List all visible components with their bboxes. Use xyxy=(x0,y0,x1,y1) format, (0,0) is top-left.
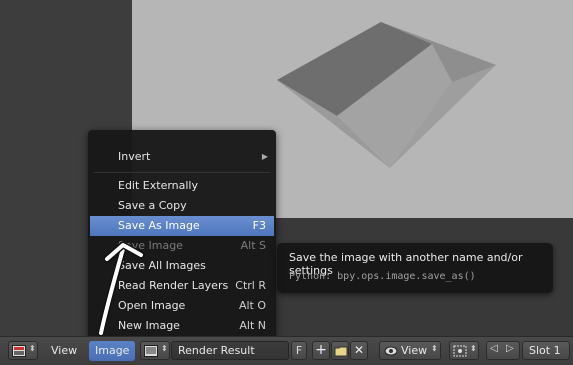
image-name-field[interactable]: Render Result xyxy=(171,341,289,360)
menu-item-save-as-image[interactable]: Save As Image F3 xyxy=(90,216,274,236)
fake-user-button[interactable]: F xyxy=(291,341,307,360)
menu-item-shortcut: Alt O xyxy=(238,299,266,312)
chevron-updown-icon: ⬍ xyxy=(161,344,168,353)
chevron-updown-icon: ⬍ xyxy=(431,344,438,353)
menu-item-shortcut: F3 xyxy=(252,219,266,232)
tooltip: Save the image with another name and/or … xyxy=(277,243,553,293)
image-editor-icon xyxy=(12,345,26,357)
chevron-right-icon[interactable]: ▷ xyxy=(506,343,514,354)
slot-nav[interactable]: ◁ ▷ xyxy=(486,341,520,360)
close-icon: ✕ xyxy=(353,343,365,357)
menu-item-label: Save a Copy xyxy=(118,199,187,212)
menu-separator xyxy=(94,172,270,173)
menu-item-save-all-images[interactable]: Save All Images xyxy=(90,256,274,276)
menu-image[interactable]: Image xyxy=(89,341,136,361)
menu-item-save-image[interactable]: Save Image Alt S xyxy=(90,236,274,256)
menu-item-new-image[interactable]: New Image Alt N xyxy=(90,316,274,336)
submenu-arrow-icon: ▶ xyxy=(261,152,268,161)
menu-item-label: New Image xyxy=(118,319,180,332)
menu-item-read-render-layers[interactable]: Read Render Layers Ctrl R xyxy=(90,276,274,296)
pivot-icon xyxy=(453,345,467,357)
image-menu-popup: Invert ▶ Edit Externally Save a Copy Sav… xyxy=(88,130,276,339)
menu-item-save-a-copy[interactable]: Save a Copy xyxy=(90,196,274,216)
menu-item-invert[interactable]: Invert ▶ xyxy=(90,147,274,167)
folder-icon xyxy=(334,346,348,357)
menu-item-shortcut: Alt N xyxy=(239,319,266,332)
menu-item-label: Save Image xyxy=(118,239,183,252)
menu-item-label: Read Render Layers xyxy=(118,279,229,292)
menu-item-label: Open Image xyxy=(118,299,186,312)
menu-item-label: Edit Externally xyxy=(118,179,199,192)
tooltip-python: Python: bpy.ops.image.save_as() xyxy=(289,271,476,282)
menu-view[interactable]: View xyxy=(51,341,77,361)
pivot-selector[interactable]: ⬍ xyxy=(449,341,479,360)
chevron-updown-icon: ⬍ xyxy=(470,344,477,353)
image-editor-header: ⬍ View Image ⬍ Render Result F + ✕ View … xyxy=(0,336,573,365)
menu-item-open-image[interactable]: Open Image Alt O xyxy=(90,296,274,316)
menu-item-edit-externally[interactable]: Edit Externally xyxy=(90,176,274,196)
view-dropdown[interactable]: View ⬍ xyxy=(379,341,441,360)
image-icon xyxy=(144,345,158,357)
menu-item-label: Invert xyxy=(118,150,151,163)
menu-item-label: Save As Image xyxy=(118,219,200,232)
menu-item-shortcut: Alt S xyxy=(240,239,266,252)
plus-icon: + xyxy=(315,342,327,358)
open-image-button[interactable] xyxy=(331,341,349,360)
image-browse-button[interactable]: ⬍ xyxy=(140,341,170,360)
chevron-updown-icon: ⬍ xyxy=(29,344,36,353)
editor-type-selector[interactable]: ⬍ xyxy=(8,341,38,360)
menu-item-shortcut: Ctrl R xyxy=(235,279,266,292)
unlink-image-button[interactable]: ✕ xyxy=(350,341,368,360)
new-image-button[interactable]: + xyxy=(312,341,330,360)
chevron-left-icon[interactable]: ◁ xyxy=(490,343,498,354)
slot-selector[interactable]: Slot 1 xyxy=(522,341,570,360)
view-dropdown-label: View xyxy=(401,344,428,357)
eye-icon xyxy=(384,346,398,356)
menu-item-label: Save All Images xyxy=(118,259,206,272)
